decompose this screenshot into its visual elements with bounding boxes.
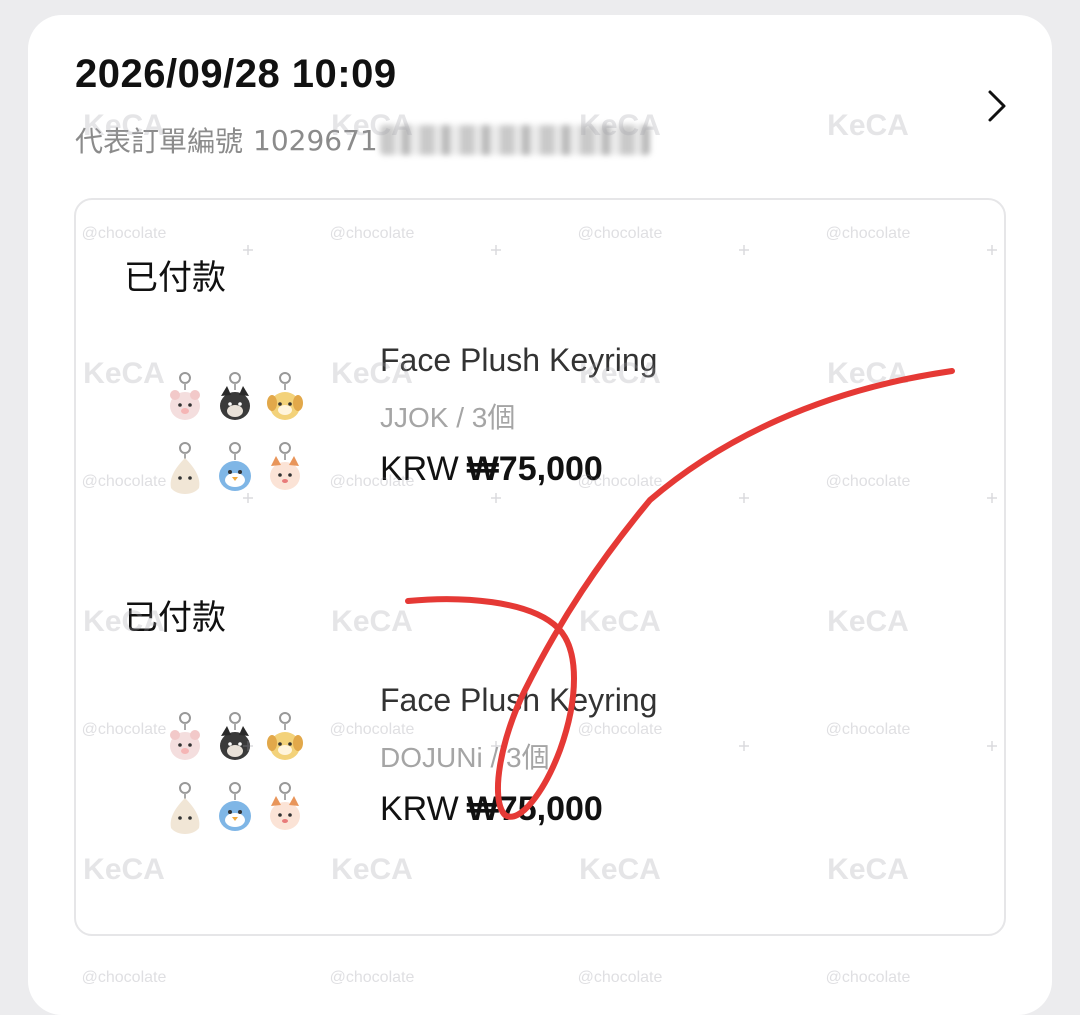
keyring-product-image[interactable] — [160, 708, 310, 858]
product-price: KRW ₩75,000 — [380, 450, 603, 489]
price-amount: ₩75,000 — [466, 790, 603, 828]
keyring-grid-graphic — [170, 372, 303, 494]
order-datetime: 2026/09/28 10:09 — [75, 52, 397, 96]
keyring-grid-graphic — [170, 712, 303, 834]
item-status: 已付款 — [124, 258, 226, 298]
order-number-line: 代表訂單編號 1029671 — [75, 118, 650, 162]
price-currency: KRW — [380, 790, 459, 828]
product-option: JJOK / 3個 — [380, 402, 516, 433]
order-number-value: 1029671 — [253, 123, 378, 157]
order-number-label: 代表訂單編號 — [75, 125, 244, 158]
price-currency: KRW — [380, 450, 459, 488]
product-name[interactable]: Face Plush Keyring — [380, 682, 657, 719]
product-option: DOJUNi / 3個 — [380, 742, 550, 773]
product-name[interactable]: Face Plush Keyring — [380, 342, 657, 379]
redacted-order-number — [379, 125, 650, 155]
keyring-product-image[interactable] — [160, 368, 310, 518]
chevron-right-icon[interactable] — [978, 84, 1018, 128]
price-amount: ₩75,000 — [466, 450, 603, 488]
product-price: KRW ₩75,000 — [380, 790, 603, 829]
item-status: 已付款 — [124, 598, 226, 638]
